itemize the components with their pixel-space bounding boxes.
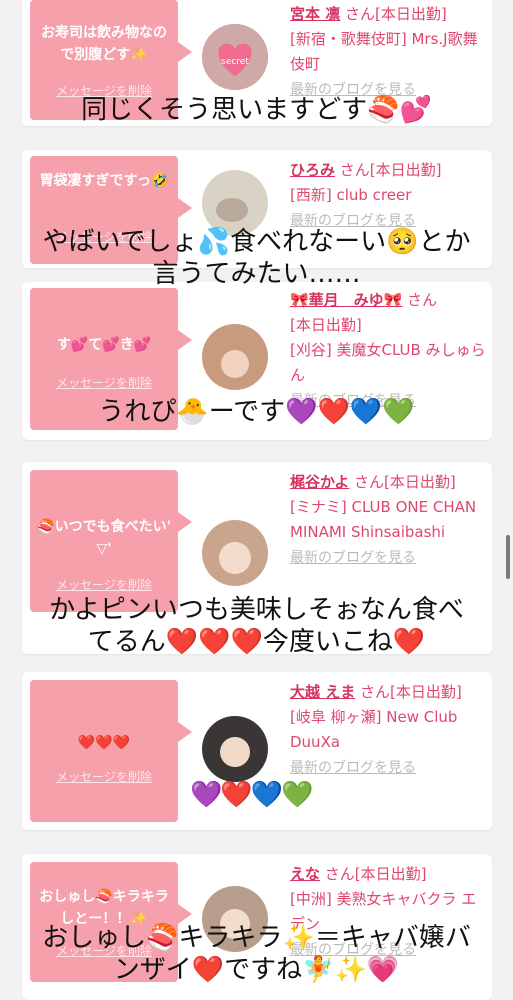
shop-name: [刈谷] 美魔女CLUB みしゅらん — [290, 341, 486, 384]
cast-status: さん[本日出勤] — [324, 865, 427, 883]
comment-line: おしゅし🍣キラキラ✨＝キャバ嬢バ — [42, 923, 471, 953]
message-text: 胃袋凄すぎですっ🤣 — [39, 173, 169, 189]
message-text: す💕て💕き💕 — [56, 337, 152, 353]
cast-info: 梶谷かよ さん[本日出勤] [ミナミ] CLUB ONE CHAN MINAMI… — [290, 470, 486, 571]
cast-name-link[interactable]: 大越 えま — [290, 683, 355, 701]
comment-line: かよピンいつも美味しそぉなん食べ — [49, 595, 464, 625]
avatar-image — [202, 520, 268, 586]
cast-name-link[interactable]: 梶谷かよ — [290, 473, 349, 491]
avatar[interactable] — [202, 520, 268, 586]
cast-status: さん[本日出勤] — [345, 5, 447, 23]
comment-line: てるん❤️❤️❤️今度いこね❤️ — [87, 627, 426, 657]
avatar[interactable]: secret — [202, 24, 268, 90]
blog-link[interactable]: 最新のブログを見る — [290, 550, 416, 566]
cast-work-status: [本日出勤] — [290, 316, 362, 334]
comment-overlay: 同じくそう思いますどす🍣💕 — [81, 95, 432, 125]
cast-name-link[interactable]: 🎀華月 みゆ🎀 — [290, 291, 402, 309]
avatar[interactable] — [202, 716, 268, 782]
comment-line: やばいでしょ💦食べれなーい🥺とか — [42, 227, 471, 257]
comment-overlay: やばいでしょ💦食べれなーい🥺とか 言うてみたい…… — [0, 226, 513, 290]
cast-name-link[interactable]: えな — [290, 865, 320, 883]
comment-overlay: 💜❤️💙💚 — [190, 780, 313, 810]
avatar-image — [202, 716, 268, 782]
comment-line: 言うてみたい…… — [152, 259, 361, 289]
delete-message-link[interactable]: メッセージを削除 — [30, 576, 178, 593]
cast-status: さん[本日出勤] — [360, 683, 462, 701]
cast-status: さん[本日出勤] — [354, 473, 456, 491]
avatar[interactable] — [202, 324, 268, 390]
comment-overlay: うれぴ🐣ーです💜❤️💙💚 — [98, 397, 415, 427]
cast-status: さん[本日出勤] — [339, 161, 442, 179]
shop-name: [西新] club creer — [290, 186, 412, 204]
cast-info: 宮本 凛 さん[本日出勤] [新宿・歌舞伎町] Mrs.J歌舞伎町 最新のブログ… — [290, 2, 486, 103]
message-bubble: 🍣いつでも食べたい' ▽' メッセージを削除 — [30, 470, 192, 612]
comment-overlay: おしゅし🍣キラキラ✨＝キャバ嬢バ ンザイ❤️ですね🧚✨💗 — [0, 922, 513, 986]
delete-message-link[interactable]: メッセージを削除 — [30, 374, 178, 391]
cast-name-link[interactable]: 宮本 凛 — [290, 5, 340, 23]
cast-info: 大越 えま さん[本日出勤] [岐阜 柳ヶ瀬] New Club DuuXa 最… — [290, 680, 486, 781]
cast-info: ひろみ さん[本日出勤] [西新] club creer 最新のブログを見る — [290, 158, 486, 234]
message-text: 🍣いつでも食べたい' ▽' — [37, 519, 171, 557]
message-text: お寿司は飲み物なので別腹どす✨ — [41, 25, 167, 63]
svg-text:secret: secret — [221, 57, 249, 67]
shop-name: [新宿・歌舞伎町] Mrs.J歌舞伎町 — [290, 30, 478, 73]
shop-name: [ミナミ] CLUB ONE CHAN MINAMI Shinsaibashi — [290, 498, 477, 541]
shop-name: [岐阜 柳ヶ瀬] New Club DuuXa — [290, 708, 458, 751]
avatar-image — [202, 324, 268, 390]
message-bubble: ❤️❤️❤️ メッセージを削除 — [30, 680, 192, 822]
avatar-image: secret — [202, 24, 268, 90]
scrollbar[interactable] — [506, 535, 510, 579]
comment-overlay: かよピンいつも美味しそぉなん食べ てるん❤️❤️❤️今度いこね❤️ — [0, 594, 513, 658]
cast-name-link[interactable]: ひろみ — [290, 161, 335, 179]
message-text: ❤️❤️❤️ — [77, 735, 131, 751]
blog-link[interactable]: 最新のブログを見る — [290, 760, 416, 776]
cast-status: さん — [407, 291, 438, 309]
delete-message-link[interactable]: メッセージを削除 — [30, 768, 178, 785]
comment-line: ンザイ❤️ですね🧚✨💗 — [113, 955, 400, 985]
